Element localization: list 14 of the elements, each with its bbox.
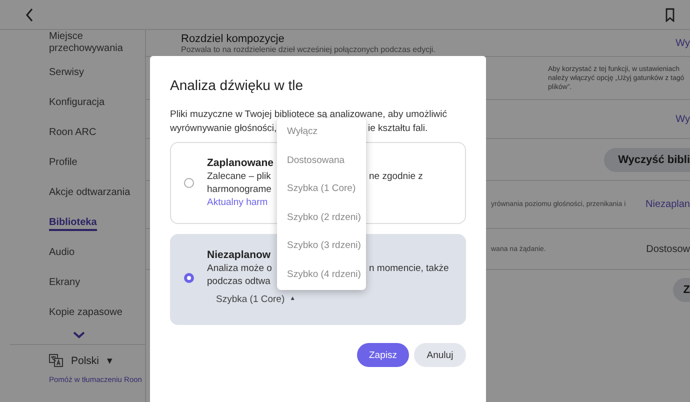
setting-description: Pozwala to na rozdzielenie dzieł wcześniej połączonych podczas edycji. [181, 44, 436, 54]
dialog-description: Pliki muzyczne w Twojej bibliotece są analizowane, aby umożliwić [170, 108, 448, 122]
option-description: ne zgodnie z [369, 170, 424, 183]
option-title: Niezaplanow [207, 249, 272, 262]
option-title: Zaplanowane [207, 157, 275, 170]
dialog-description: wyrównywanie głośności, [170, 122, 276, 136]
option-description: podczas odtwa [207, 275, 272, 288]
dialog-title: Analiza dźwięku w tle [170, 77, 304, 94]
option-description: Analiza może o [207, 262, 273, 275]
setting-title: Rozdziel kompozycje [181, 32, 286, 44]
option-description: n momencie, także [369, 262, 450, 275]
option-description: Zalecane – plik [207, 170, 272, 183]
dialog-description: ie kształtu fali. [368, 122, 429, 136]
option-description: harmonograme [207, 183, 272, 196]
